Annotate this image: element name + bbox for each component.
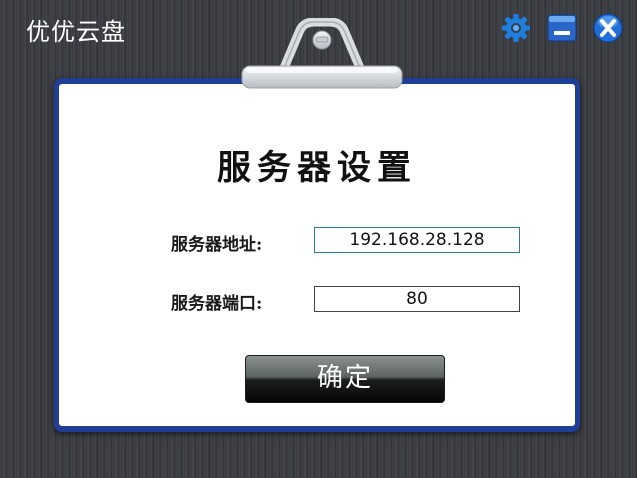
server-address-label: 服务器地址: (171, 235, 263, 255)
server-port-input[interactable] (314, 286, 520, 312)
server-address-input[interactable] (314, 227, 520, 253)
close-icon (593, 13, 623, 43)
server-port-label: 服务器端口: (171, 294, 263, 314)
settings-button[interactable] (500, 12, 532, 44)
app-title: 优优云盘 (26, 18, 126, 46)
gear-icon (502, 14, 530, 42)
clip-icon (241, 18, 403, 89)
minimize-button[interactable] (546, 12, 578, 44)
clipboard-clip (240, 18, 404, 90)
minimize-icon (547, 14, 577, 42)
settings-panel: 服务器设置 服务器地址: 服务器端口: 确定 (59, 84, 575, 426)
confirm-button[interactable]: 确定 (245, 355, 445, 403)
settings-board: 服务器设置 服务器地址: 服务器端口: 确定 (54, 78, 580, 432)
close-button[interactable] (592, 12, 624, 44)
dialog-title: 服务器设置 (217, 148, 417, 188)
